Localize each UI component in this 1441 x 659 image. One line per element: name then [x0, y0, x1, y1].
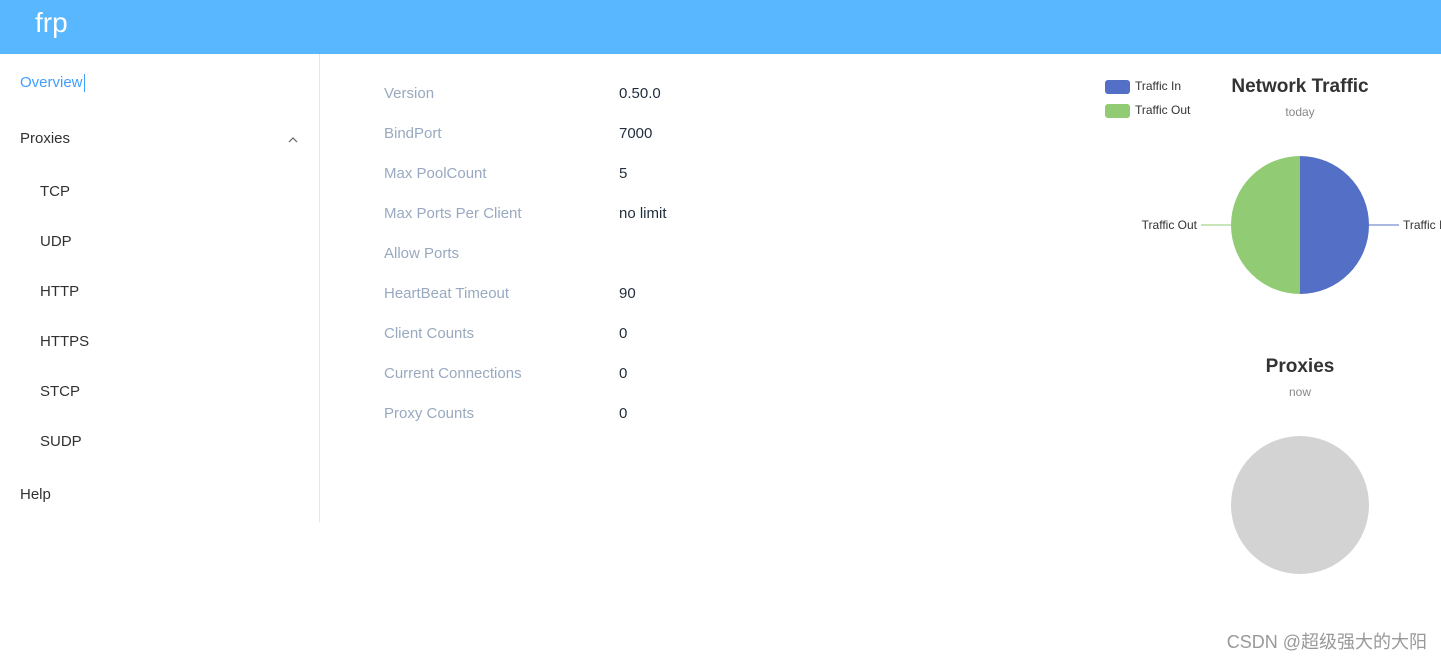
info-row-bindport: BindPort 7000	[384, 124, 784, 164]
sidebar-item-label: Proxies	[20, 130, 71, 147]
info-label: Max PoolCount	[384, 165, 487, 182]
info-label: Version	[384, 85, 435, 102]
sidebar-item-tcp[interactable]: TCP	[40, 182, 70, 202]
traffic-chart-title: Network Traffic	[1231, 76, 1369, 97]
info-value: 7000	[619, 125, 653, 142]
info-row-version: Version 0.50.0	[384, 84, 784, 124]
info-label: Client Counts	[384, 325, 475, 342]
top-header: frp	[0, 0, 1441, 54]
server-info-panel: Version 0.50.0 BindPort 7000 Max PoolCou…	[384, 84, 784, 444]
sidebar-item-https[interactable]: HTTPS	[40, 332, 89, 352]
sidebar-item-overview[interactable]: Overview	[20, 73, 85, 93]
sidebar-item-stcp[interactable]: STCP	[40, 382, 80, 402]
info-label: HeartBeat Timeout	[384, 285, 510, 302]
pie-slice-label: Traffic In	[1403, 218, 1441, 232]
info-row-client-counts: Client Counts 0	[384, 324, 784, 364]
pie-slice-label: Traffic Out	[1142, 218, 1198, 232]
proxies-chart-title: Proxies	[1265, 356, 1335, 377]
legend-swatch-traffic-in	[1105, 80, 1130, 94]
traffic-pie-chart: Traffic In Traffic Out	[1142, 156, 1441, 294]
info-value: 5	[619, 165, 628, 182]
watermark: CSDN @超级强大的大阳	[1226, 632, 1427, 652]
sidebar-item-udp[interactable]: UDP	[40, 232, 72, 252]
sidebar-item-http[interactable]: HTTP	[40, 282, 79, 302]
pie-slice-traffic-in[interactable]	[1300, 156, 1369, 294]
info-value: no limit	[619, 205, 667, 222]
traffic-chart-subtitle: today	[1285, 105, 1315, 119]
info-row-max-poolcount: Max PoolCount 5	[384, 164, 784, 204]
proxies-chart-subtitle: now	[1288, 385, 1311, 399]
info-value: 0	[619, 325, 628, 342]
info-label: BindPort	[384, 125, 442, 142]
sidebar-item-sudp[interactable]: SUDP	[40, 432, 82, 452]
info-label: Max Ports Per Client	[384, 205, 522, 222]
info-row-current-connections: Current Connections 0	[384, 364, 784, 404]
info-row-allow-ports: Allow Ports	[384, 244, 784, 284]
info-row-heartbeat-timeout: HeartBeat Timeout 90	[384, 284, 784, 324]
brand-logo[interactable]: frp	[35, 6, 68, 40]
info-row-proxy-counts: Proxy Counts 0	[384, 404, 784, 444]
info-label: Allow Ports	[384, 245, 460, 262]
legend-swatch-traffic-out	[1105, 104, 1130, 118]
text-cursor	[83, 74, 85, 93]
sidebar-menu: Overview Proxies TCP UDP HTTP HTTPS STCP…	[0, 54, 320, 522]
info-row-max-ports-per-client: Max Ports Per Client no limit	[384, 204, 784, 244]
sidebar-item-label: Overview	[20, 74, 83, 91]
proxies-pie-empty	[1231, 436, 1369, 574]
info-label: Proxy Counts	[384, 405, 475, 422]
pie-slice-traffic-out[interactable]	[1231, 156, 1300, 294]
info-value: 0	[619, 405, 628, 422]
sidebar-item-proxies[interactable]: Proxies	[20, 129, 70, 149]
chevron-up-icon[interactable]	[288, 136, 298, 144]
info-value: 90	[619, 285, 636, 302]
sidebar-item-help[interactable]: Help	[20, 485, 51, 505]
info-value: 0.50.0	[619, 85, 661, 102]
info-label: Current Connections	[384, 365, 522, 382]
info-value: 0	[619, 365, 628, 382]
